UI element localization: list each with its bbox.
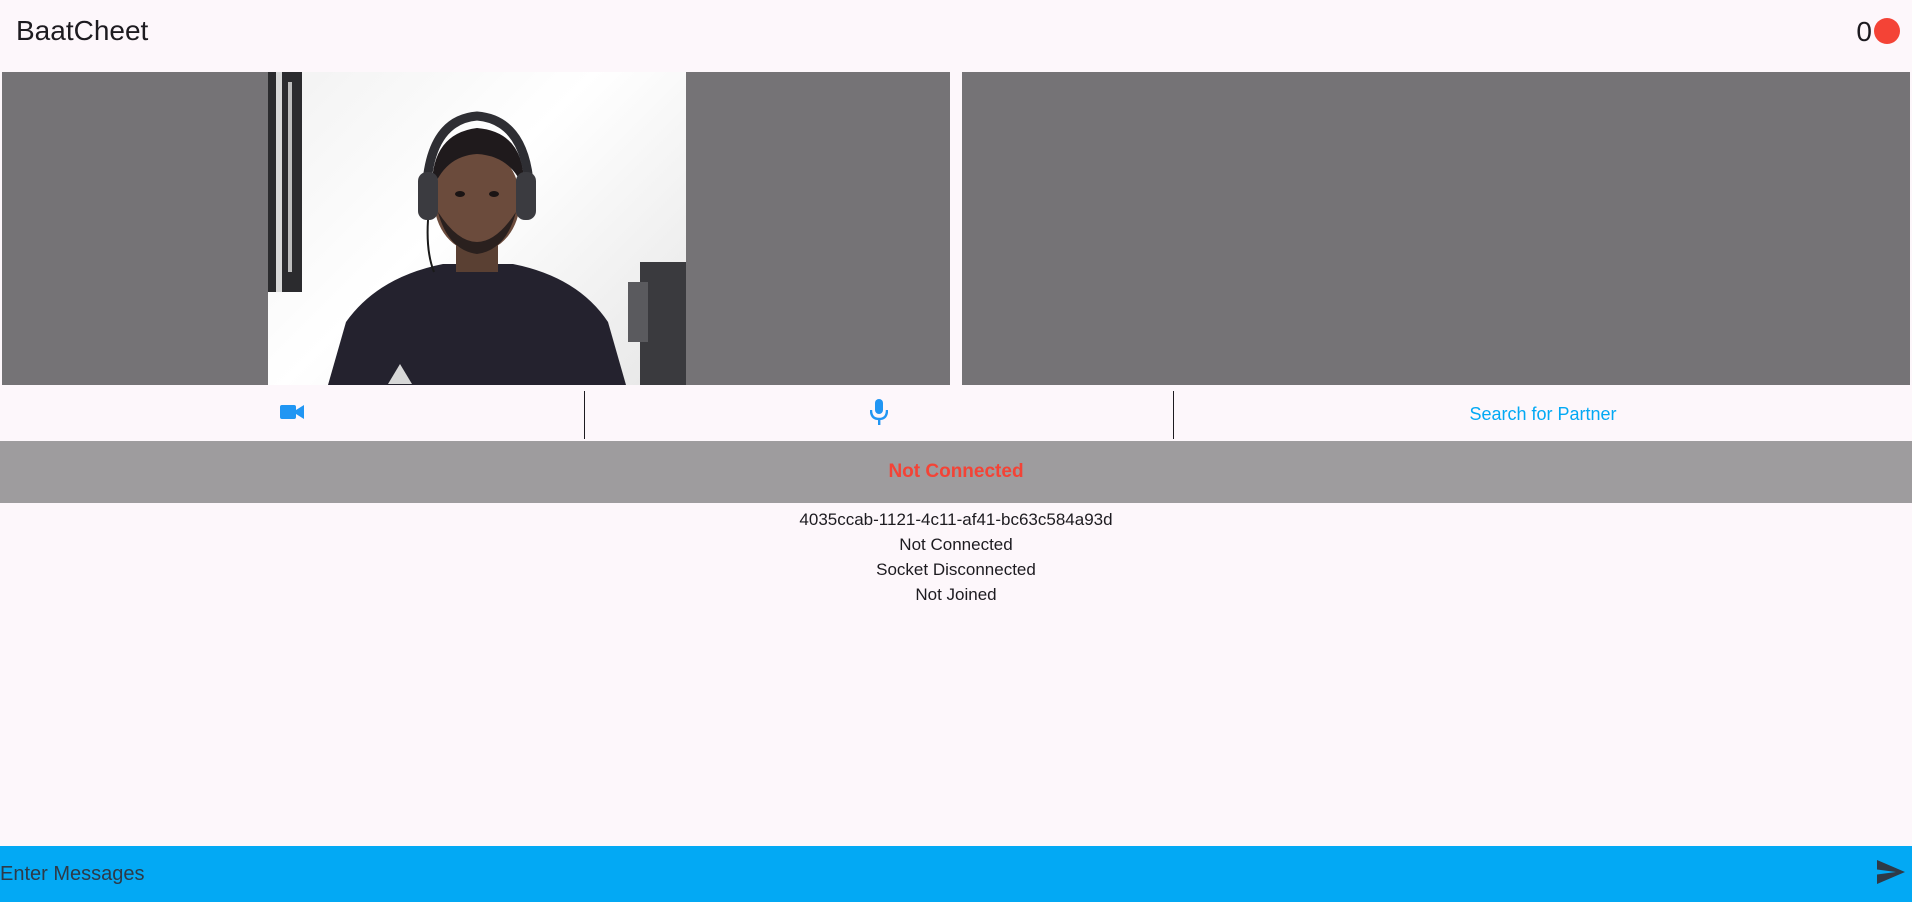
- status-info-list: 4035ccab-1121-4c11-af41-bc63c584a93d Not…: [0, 507, 1912, 607]
- mic-toggle-button[interactable]: [585, 387, 1173, 441]
- message-bar: [0, 846, 1912, 902]
- online-count: 0: [1856, 16, 1872, 47]
- app-title: BaatCheet: [16, 15, 149, 46]
- local-video: [2, 72, 950, 385]
- session-id: 4035ccab-1121-4c11-af41-bc63c584a93d: [799, 510, 1113, 529]
- app-bar: BaatCheet 0: [0, 0, 1912, 72]
- mic-icon: [869, 398, 889, 430]
- status-dot-icon: [1874, 18, 1900, 44]
- remote-video: [962, 72, 1910, 385]
- room-status: Not Joined: [915, 585, 997, 604]
- connection-banner: Not Connected: [0, 441, 1912, 503]
- videocam-icon: [280, 403, 304, 426]
- local-camera-feed: [268, 72, 686, 385]
- camera-toggle-button[interactable]: [0, 387, 584, 441]
- socket-status: Socket Disconnected: [876, 560, 1036, 579]
- connection-status-banner-text: Not Connected: [888, 461, 1024, 482]
- app-root: BaatCheet 0 Search for Partner Not Conne…: [0, 0, 1912, 902]
- message-input[interactable]: [0, 856, 1860, 892]
- search-partner-button[interactable]: Search for Partner: [1174, 387, 1912, 441]
- call-controls: Search for Partner: [0, 387, 1912, 441]
- search-partner-label: Search for Partner: [1469, 403, 1617, 424]
- send-icon: [1877, 859, 1905, 889]
- connection-status: Not Connected: [899, 535, 1013, 554]
- send-button[interactable]: [1876, 859, 1906, 889]
- webcam-person-image: [268, 72, 686, 385]
